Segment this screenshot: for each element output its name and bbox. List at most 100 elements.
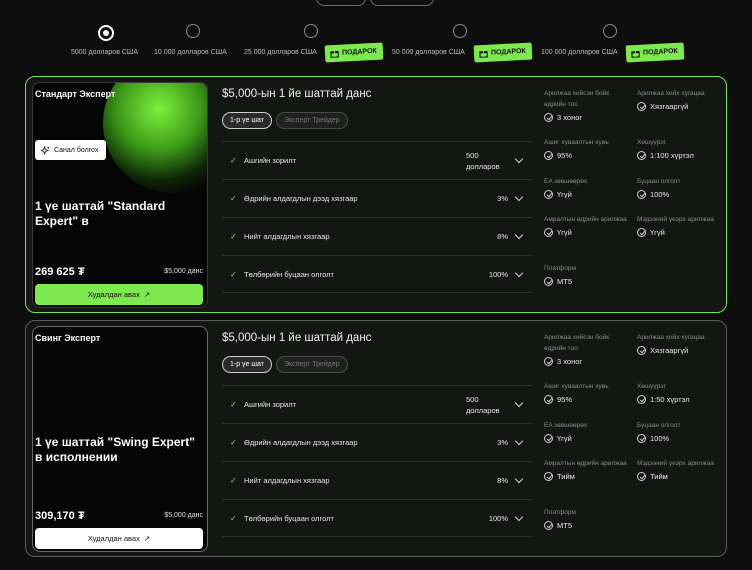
tab-expert-trader[interactable]: Эксперт Трейдер bbox=[275, 112, 348, 129]
stat-label: Арилжаа хийсэн бойк өдрийн тоо bbox=[544, 334, 610, 352]
stat-weekend-trading: Амралтын өдрийн арилжаа Үгүй bbox=[544, 214, 632, 237]
plan-headline: 1 үе шаттай "Swing Expert" в исполнении bbox=[35, 435, 195, 464]
stat-label: Хөшүүрэг bbox=[637, 383, 666, 390]
gift-badge-label: ПОДАРОК bbox=[642, 47, 678, 57]
rule-label: Ашгийн зорилт bbox=[244, 400, 297, 409]
stat-label: Мэдээний үеэрх арилжаа bbox=[637, 216, 714, 223]
plan-account-size: $5,000 данс bbox=[164, 268, 203, 275]
rule-row[interactable]: ✓ Ашгийн зорилт 500 долларов bbox=[222, 141, 532, 179]
tab-phase-1[interactable]: 1-р үе шат bbox=[222, 356, 272, 373]
stat-value: MT5 bbox=[557, 521, 572, 530]
plan-promo: Свинг Эксперт 1 үе шаттай "Swing Expert"… bbox=[32, 326, 208, 552]
chevron-down-icon[interactable] bbox=[514, 474, 524, 484]
plan-price: 269 625 ₮ bbox=[35, 266, 85, 278]
check-icon: ✓ bbox=[230, 194, 237, 203]
rule-value: 500 долларов bbox=[466, 394, 500, 415]
check-circle-icon bbox=[544, 395, 553, 404]
rule-label: Төлбөрийн буцаан олголт bbox=[244, 513, 334, 523]
check-circle-icon bbox=[637, 434, 646, 443]
rule-row[interactable]: ✓ Нийт алдагдлын хязгаар 8% bbox=[222, 217, 532, 255]
stat-min-days: Арилжаа хийсэн бойк өдрийн тоо 3 хоног bbox=[544, 332, 632, 366]
check-circle-icon bbox=[637, 228, 646, 237]
rule-label: Ашгийн зорилт bbox=[244, 156, 297, 165]
plan-name: Стандарт Эксперт bbox=[35, 89, 116, 99]
rule-row[interactable]: ✓ Нийт алдагдлын хязгаар 8% bbox=[222, 461, 532, 499]
chevron-down-icon[interactable] bbox=[514, 230, 524, 240]
chevron-down-icon[interactable] bbox=[514, 192, 524, 202]
stat-ea-allowed: EA зөвшөөрөх Үгүй bbox=[544, 176, 632, 199]
rule-value: 8% bbox=[497, 476, 508, 485]
stat-label: Буцаан олголт bbox=[637, 178, 681, 185]
check-circle-icon bbox=[544, 113, 553, 122]
stat-leverage: Хөшүүрэг 1:50 хүртэл bbox=[637, 381, 725, 404]
account-title: $5,000-ын 1 йе шаттай данс bbox=[222, 332, 372, 344]
check-circle-icon bbox=[544, 357, 553, 366]
plan-card-standard: Стандарт Эксперт Санал болгох 1 үе шатта… bbox=[25, 76, 727, 313]
rule-value: 8% bbox=[497, 232, 508, 241]
stat-label: Хөшүүрэг bbox=[637, 139, 666, 146]
stat-label: Буцаан олголт bbox=[637, 422, 681, 429]
chevron-down-icon[interactable] bbox=[514, 436, 524, 446]
rule-row[interactable]: ✓ Ашгийн зорилт 500 долларов bbox=[222, 385, 532, 423]
chevron-down-icon[interactable] bbox=[514, 398, 524, 408]
stat-label: Платформ bbox=[544, 265, 576, 272]
plan-price: 309,170 ₮ bbox=[35, 510, 85, 522]
slider-dot[interactable] bbox=[186, 24, 200, 38]
rule-row[interactable]: ✓ Өдрийн алдагдлын дээд хязгаар 3% bbox=[222, 179, 532, 217]
tab-expert-trader[interactable]: Эксперт Трейдер bbox=[275, 356, 348, 373]
stat-value: Үгүй bbox=[650, 228, 665, 237]
stat-platform: Платформ MT5 bbox=[544, 263, 632, 286]
offer-button-label: Санал болгох bbox=[54, 146, 99, 154]
gift-badge: ПОДАРОК bbox=[625, 42, 685, 63]
sparkle-icon bbox=[41, 145, 50, 155]
slider-dot[interactable] bbox=[304, 24, 318, 38]
check-circle-icon bbox=[544, 228, 553, 237]
slider-dot[interactable] bbox=[453, 24, 467, 38]
offer-button[interactable]: Санал болгох bbox=[35, 140, 107, 160]
stat-min-days: Арилжаа хийсэн бойк өдрийн тоо 3 хоног bbox=[544, 88, 632, 122]
check-circle-icon bbox=[544, 277, 553, 286]
rules-list: ✓ Ашгийн зорилт 500 долларов ✓ Өдрийн алдаг… bbox=[222, 385, 532, 537]
stat-news-trading: Мэдээний үеэрх арилжаа Тийм bbox=[637, 458, 725, 481]
stat-value: Хязгааргүй bbox=[650, 102, 689, 111]
plan-headline: 1 үе шаттай "Standard Expert" в bbox=[35, 199, 166, 228]
stat-value: Үгүй bbox=[557, 190, 572, 199]
check-circle-icon bbox=[544, 472, 553, 481]
chevron-down-icon[interactable] bbox=[514, 512, 524, 522]
slider-dot[interactable] bbox=[603, 24, 617, 38]
check-icon: ✓ bbox=[230, 438, 237, 447]
slider-dot[interactable] bbox=[98, 25, 114, 41]
check-icon: ✓ bbox=[230, 513, 237, 523]
slider-label: 100 000 долларов США bbox=[541, 49, 618, 56]
stat-refund: Буцаан олголт 100% bbox=[637, 420, 725, 443]
stat-trading-period: Арилжаа хийх хугацаа Хязгааргүй bbox=[637, 88, 725, 111]
stat-profit-split: Ашиг хуваалтын хувь 95% bbox=[544, 381, 632, 404]
rule-value: 3% bbox=[497, 194, 508, 203]
buy-button-label: Худалдан авах bbox=[87, 534, 140, 543]
plan-promo: Стандарт Эксперт Санал болгох 1 үе шатта… bbox=[32, 82, 208, 308]
chevron-down-icon[interactable] bbox=[514, 154, 524, 164]
rule-label: Нийт алдагдлын хязгаар bbox=[244, 232, 330, 241]
plan-name: Свинг Эксперт bbox=[35, 333, 101, 343]
check-icon: ✓ bbox=[230, 156, 237, 165]
stat-value: 3 хоног bbox=[557, 113, 583, 122]
rule-row[interactable]: ✓ Төлбөрийн буцаан олголт 100% bbox=[222, 499, 532, 537]
stat-value: Үгүй bbox=[557, 228, 572, 237]
buy-button[interactable]: Худалдан авах ↗ bbox=[35, 284, 203, 305]
tab-phase-1[interactable]: 1-р үе шат bbox=[222, 112, 272, 129]
stat-label: EA зөвшөөрөх bbox=[544, 422, 588, 429]
stat-value: 3 хоног bbox=[557, 357, 583, 366]
rule-value: 100% bbox=[488, 269, 508, 279]
gift-badge: ПОДАРОК bbox=[324, 42, 384, 63]
stat-value: 95% bbox=[557, 395, 573, 404]
check-circle-icon bbox=[637, 346, 646, 355]
arrow-up-right-icon: ↗ bbox=[143, 290, 151, 299]
stat-weekend-trading: Амралтын өдрийн арилжаа Тийм bbox=[544, 458, 632, 481]
stat-label: Амралтын өдрийн арилжаа bbox=[544, 460, 627, 467]
chevron-down-icon[interactable] bbox=[514, 268, 524, 278]
check-circle-icon bbox=[544, 151, 553, 160]
buy-button[interactable]: Худалдан авах ↗ bbox=[35, 528, 203, 549]
rule-row[interactable]: ✓ Төлбөрийн буцаан олголт 100% bbox=[222, 255, 532, 293]
gift-icon bbox=[631, 51, 640, 58]
rule-row[interactable]: ✓ Өдрийн алдагдлын дээд хязгаар 3% bbox=[222, 423, 532, 461]
